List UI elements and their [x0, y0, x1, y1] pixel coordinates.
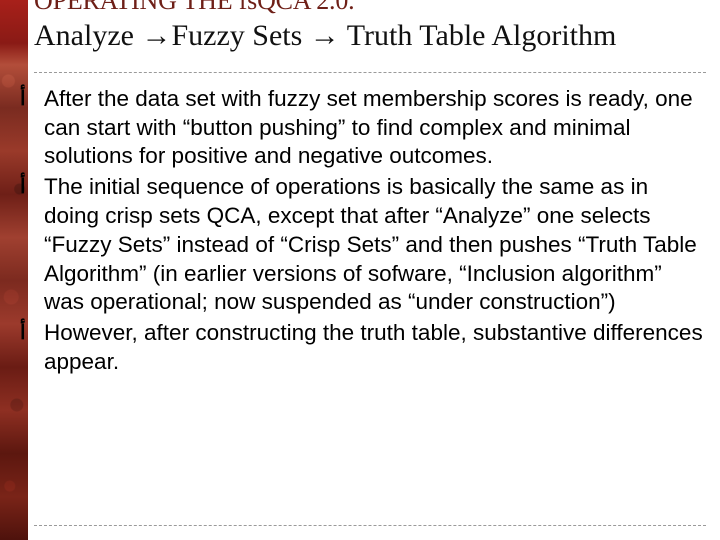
slide: OPERATING THE fsQCA 2.0. Analyze →Fuzzy … [0, 0, 720, 540]
list-item: أ The initial sequence of operations is … [34, 173, 706, 317]
slide-title: Analyze →Fuzzy Sets → Truth Table Algori… [34, 18, 706, 54]
bullet-text: The initial sequence of operations is ba… [44, 173, 706, 317]
body-text: أ After the data set with fuzzy set memb… [34, 85, 706, 377]
list-item: أ After the data set with fuzzy set memb… [34, 85, 706, 171]
bullet-icon: أ [20, 86, 38, 113]
bullet-text: After the data set with fuzzy set member… [44, 85, 706, 171]
bullet-text: However, after constructing the truth ta… [44, 319, 706, 377]
bottom-divider [34, 525, 706, 526]
slide-content: OPERATING THE fsQCA 2.0. Analyze →Fuzzy … [34, 0, 706, 530]
bullet-icon: أ [20, 320, 38, 347]
list-item: أ However, after constructing the truth … [34, 319, 706, 377]
top-divider [34, 72, 706, 73]
decorative-left-band [0, 0, 28, 540]
title-supertitle-cut: OPERATING THE fsQCA 2.0. [34, 0, 706, 16]
bullet-icon: أ [20, 174, 38, 201]
